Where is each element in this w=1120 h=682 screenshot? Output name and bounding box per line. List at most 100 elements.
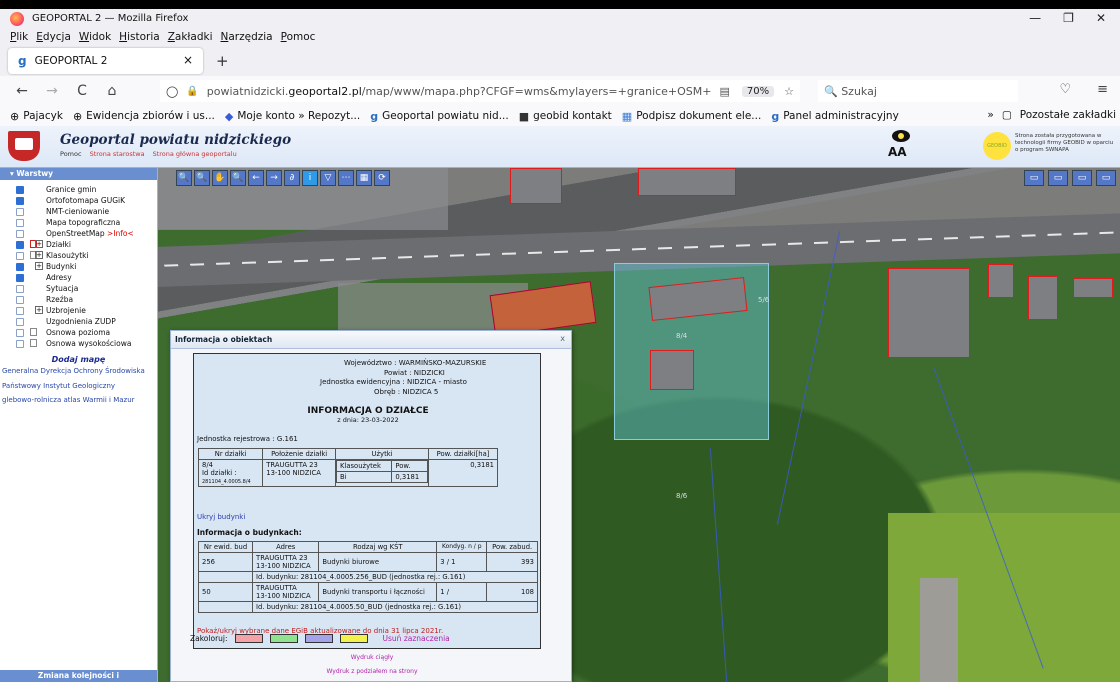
layout-icon[interactable]: ▭ — [1048, 170, 1068, 186]
print-pages-link[interactable]: Wydruk z podziałem na strony — [171, 665, 573, 679]
close-window-button[interactable]: ✕ — [1096, 11, 1106, 25]
print-continuous-link[interactable]: Wydruk ciągły — [171, 651, 573, 665]
layer-granice-gmin[interactable]: Granice gmin — [0, 184, 157, 195]
app-menu-icon[interactable]: ≡ — [1097, 82, 1108, 97]
menu-edit[interactable]: Edycja — [36, 31, 71, 43]
info-icon[interactable]: i — [302, 170, 318, 186]
tab-close-icon[interactable]: × — [183, 53, 193, 67]
bookmark-pajacyk[interactable]: ⊕ Pajacyk — [10, 110, 63, 123]
pan-hand-icon[interactable]: ✋ — [212, 170, 228, 186]
layer-osnowa-pozioma[interactable]: Osnowa pozioma — [0, 327, 157, 338]
reload-icon[interactable]: C — [74, 83, 90, 99]
forward-icon[interactable]: → — [44, 83, 60, 99]
color-swatch-violet[interactable] — [304, 634, 333, 643]
bookmark-podpisz[interactable]: ▦ Podpisz dokument ele... — [622, 110, 762, 123]
layers-header[interactable]: ▾ Warstwy — [0, 168, 157, 180]
add-map-link[interactable]: Dodaj mapę — [0, 355, 157, 364]
filter-icon[interactable]: ▽ — [320, 170, 336, 186]
menu-history[interactable]: Historia — [119, 31, 160, 43]
layer-checkbox[interactable] — [16, 262, 24, 271]
bookmark-star-icon[interactable]: ☆ — [784, 85, 794, 98]
layout-icon[interactable]: ▭ — [1024, 170, 1044, 186]
layer-checkbox[interactable] — [16, 273, 24, 282]
search-input[interactable]: 🔍 Szukaj — [818, 80, 1018, 102]
reader-view-icon[interactable]: ▤ — [720, 85, 730, 98]
layer-checkbox[interactable] — [16, 207, 24, 216]
starostwo-link[interactable]: Strona starostwa — [90, 150, 145, 158]
layer-osnowa-wysokosciowa[interactable]: Osnowa wysokościowa — [0, 338, 157, 349]
bookmark-geoportal[interactable]: g Geoportal powiatu nid... — [370, 110, 509, 123]
tracking-shield-icon[interactable]: ◯ — [166, 85, 178, 98]
print-icon[interactable]: ▦ — [356, 170, 372, 186]
zoom-in-icon[interactable]: 🔍 — [176, 170, 192, 186]
layer-ortofotomapa[interactable]: Ortofotomapa GUGiK — [0, 195, 157, 206]
layer-checkbox[interactable] — [16, 251, 24, 260]
new-tab-button[interactable]: + — [216, 52, 229, 70]
layer-checkbox[interactable] — [16, 295, 24, 304]
bookmarks-overflow[interactable]: » — [987, 109, 993, 121]
back-icon[interactable]: ← — [14, 83, 30, 99]
help-link[interactable]: Pomoc — [60, 150, 82, 158]
color-swatch-yellow[interactable] — [339, 634, 368, 643]
pen-icon[interactable] — [30, 339, 37, 347]
maximize-button[interactable]: ❐ — [1063, 11, 1074, 25]
expand-icon[interactable]: + — [35, 251, 43, 259]
source-gdos[interactable]: Generalna Dyrekcja Ochrony Środowiska — [0, 367, 157, 376]
measure-icon[interactable]: ∂ — [284, 170, 300, 186]
bookmark-repozytorium[interactable]: ◆ Moje konto » Repozyt... — [225, 110, 360, 123]
bookmark-ewidencja[interactable]: ⊕ Ewidencja zbiorów i us... — [73, 110, 215, 123]
bookmark-geobid[interactable]: ■ geobid kontakt — [519, 110, 612, 123]
other-bookmarks[interactable]: Pozostałe zakładki — [1020, 109, 1116, 121]
menu-tools[interactable]: Narzędzia — [221, 31, 273, 43]
layout-icon[interactable]: ▭ — [1072, 170, 1092, 186]
layer-checkbox[interactable] — [16, 306, 24, 315]
dialog-close-icon[interactable]: x — [560, 334, 565, 343]
osm-info-link[interactable]: >Info< — [107, 229, 134, 238]
menu-view[interactable]: Widok — [79, 31, 111, 43]
tab-geoportal[interactable]: g GEOPORTAL 2 × — [8, 48, 203, 74]
previous-view-icon[interactable]: ← — [248, 170, 264, 186]
layer-checkbox[interactable] — [16, 328, 24, 337]
layer-checkbox[interactable] — [16, 218, 24, 227]
expand-icon[interactable]: + — [35, 306, 43, 314]
layer-rzezba[interactable]: Rzeźba — [0, 294, 157, 305]
ruler-icon[interactable]: ⋯ — [338, 170, 354, 186]
menu-bookmarks[interactable]: Zakładki — [168, 31, 213, 43]
zoom-extent-icon[interactable]: 🔍 — [230, 170, 246, 186]
layer-zudp[interactable]: Uzgodnienia ZUDP — [0, 316, 157, 327]
expand-icon[interactable]: + — [35, 262, 43, 270]
layer-dzialki[interactable]: + Działki — [0, 239, 157, 250]
font-size-button[interactable]: AA — [888, 145, 907, 159]
layer-checkbox[interactable] — [16, 229, 24, 238]
color-swatch-red[interactable] — [234, 634, 263, 643]
layer-osm[interactable]: OpenStreetMap >Info< — [0, 228, 157, 239]
layer-checkbox[interactable] — [16, 196, 24, 205]
layer-checkbox[interactable] — [16, 284, 24, 293]
clear-selection-link[interactable]: Usuń zaznaczenia — [383, 634, 450, 643]
pocket-icon[interactable]: ♡ — [1059, 82, 1071, 97]
color-swatch-green[interactable] — [269, 634, 298, 643]
layer-klasouzytki[interactable]: + Klasoużytki — [0, 250, 157, 261]
layer-checkbox[interactable] — [16, 185, 24, 194]
bookmark-panel[interactable]: g Panel administracyjny — [771, 110, 898, 123]
geoportal-home-link[interactable]: Strona główna geoportalu — [153, 150, 237, 158]
layer-order-footer[interactable]: Zmiana kolejności i — [0, 670, 157, 682]
expand-icon[interactable]: + — [35, 240, 43, 248]
url-bar[interactable]: ◯ 🔒 powiatnidzicki.geoportal2.pl/map/www… — [160, 80, 800, 102]
zoom-out-icon[interactable]: 🔍 — [194, 170, 210, 186]
layer-nmt[interactable]: NMT-cieniowanie — [0, 206, 157, 217]
layer-checkbox[interactable] — [16, 317, 24, 326]
layout-icon[interactable]: ▭ — [1096, 170, 1116, 186]
menu-file[interactable]: Plik — [10, 31, 28, 43]
layer-budynki[interactable]: + Budynki — [0, 261, 157, 272]
home-icon[interactable]: ⌂ — [104, 83, 120, 99]
insecure-lock-icon[interactable]: 🔒 — [186, 86, 198, 97]
layer-checkbox[interactable] — [16, 339, 24, 348]
source-pig[interactable]: Państwowy Instytut Geologiczny — [0, 382, 157, 391]
layer-checkbox[interactable] — [16, 240, 24, 249]
contrast-eye-icon[interactable] — [892, 130, 910, 142]
layer-uzbrojenie[interactable]: + Uzbrojenie — [0, 305, 157, 316]
zoom-level[interactable]: 70% — [741, 85, 775, 97]
pen-icon[interactable] — [30, 328, 37, 336]
dialog-title[interactable]: Informacja o obiektach — [171, 331, 571, 349]
